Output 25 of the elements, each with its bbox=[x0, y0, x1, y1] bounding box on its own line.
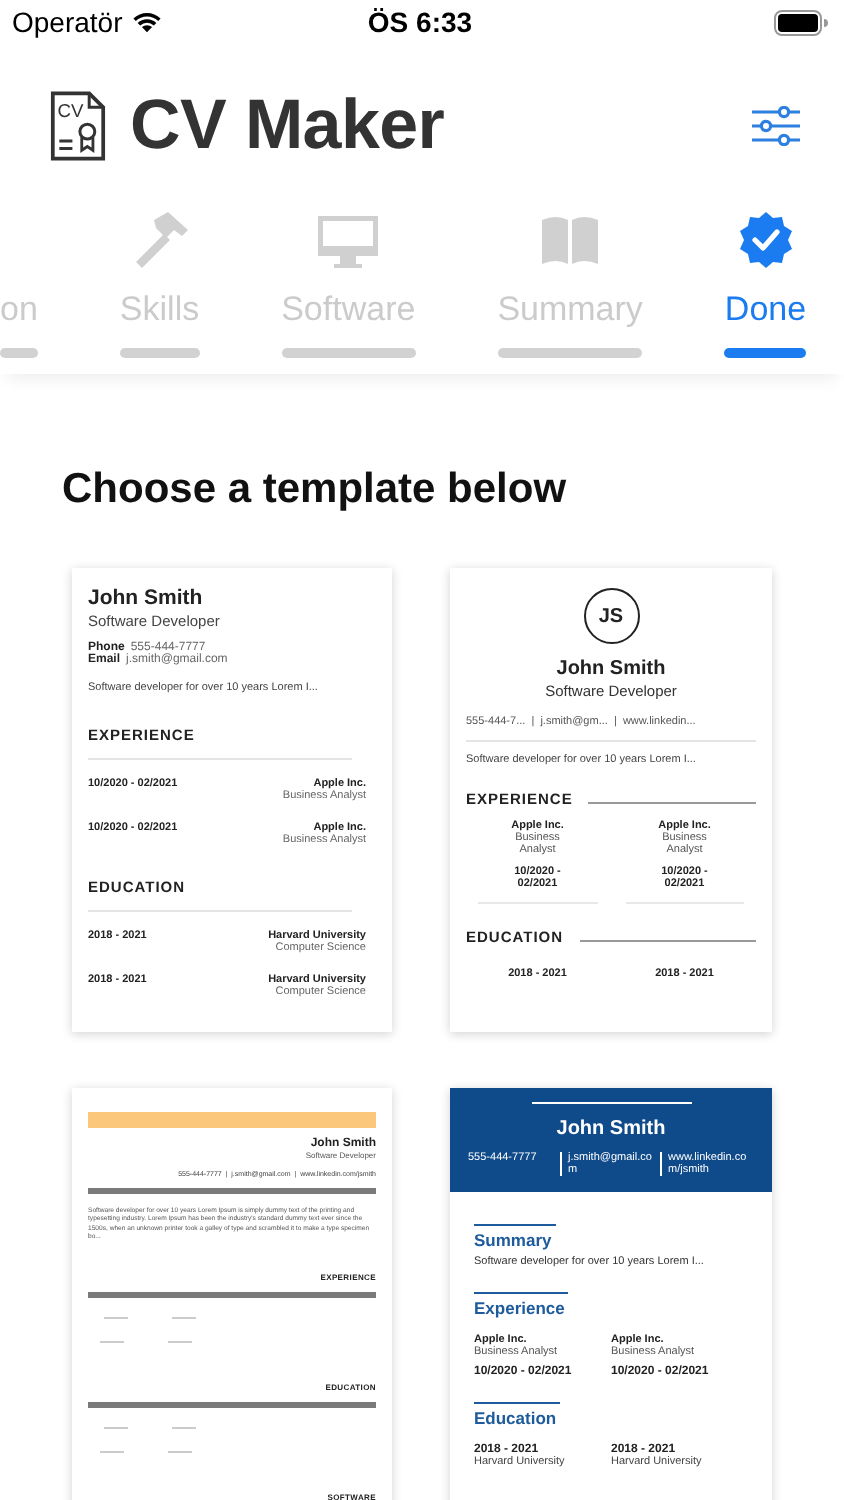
step-indicator-bar bbox=[724, 348, 807, 358]
template-card[interactable] bbox=[450, 568, 772, 1032]
battery-icon bbox=[773, 9, 828, 35]
step-indicator-bar bbox=[0, 348, 38, 358]
step-indicator-bar bbox=[281, 348, 416, 358]
initials-avatar: JS bbox=[583, 588, 639, 644]
resume-name: John Smith bbox=[88, 586, 205, 610]
app-title: CV Maker bbox=[130, 86, 447, 166]
clock-time: ÖS 6:33 bbox=[367, 6, 473, 38]
wifi-icon bbox=[130, 10, 165, 34]
section-title: Education bbox=[474, 1402, 561, 1428]
template-card[interactable] bbox=[72, 568, 392, 1032]
template-card[interactable] bbox=[72, 1088, 392, 1500]
step-tab[interactable]: Done bbox=[724, 288, 807, 332]
carrier-name: Operatör bbox=[12, 6, 123, 38]
section-title: Experience bbox=[474, 1292, 569, 1318]
settings-icon bbox=[752, 106, 800, 146]
resume-name: John Smith bbox=[556, 1118, 666, 1140]
settings-button[interactable] bbox=[752, 106, 800, 146]
section-title: Summary bbox=[474, 1224, 556, 1250]
template-card[interactable] bbox=[450, 1088, 772, 1500]
resume-name: John Smith bbox=[556, 658, 666, 680]
cv-document-logo: CV bbox=[50, 90, 106, 162]
section-heading: Choose a template below bbox=[62, 464, 569, 516]
step-indicator-bar bbox=[119, 348, 200, 358]
